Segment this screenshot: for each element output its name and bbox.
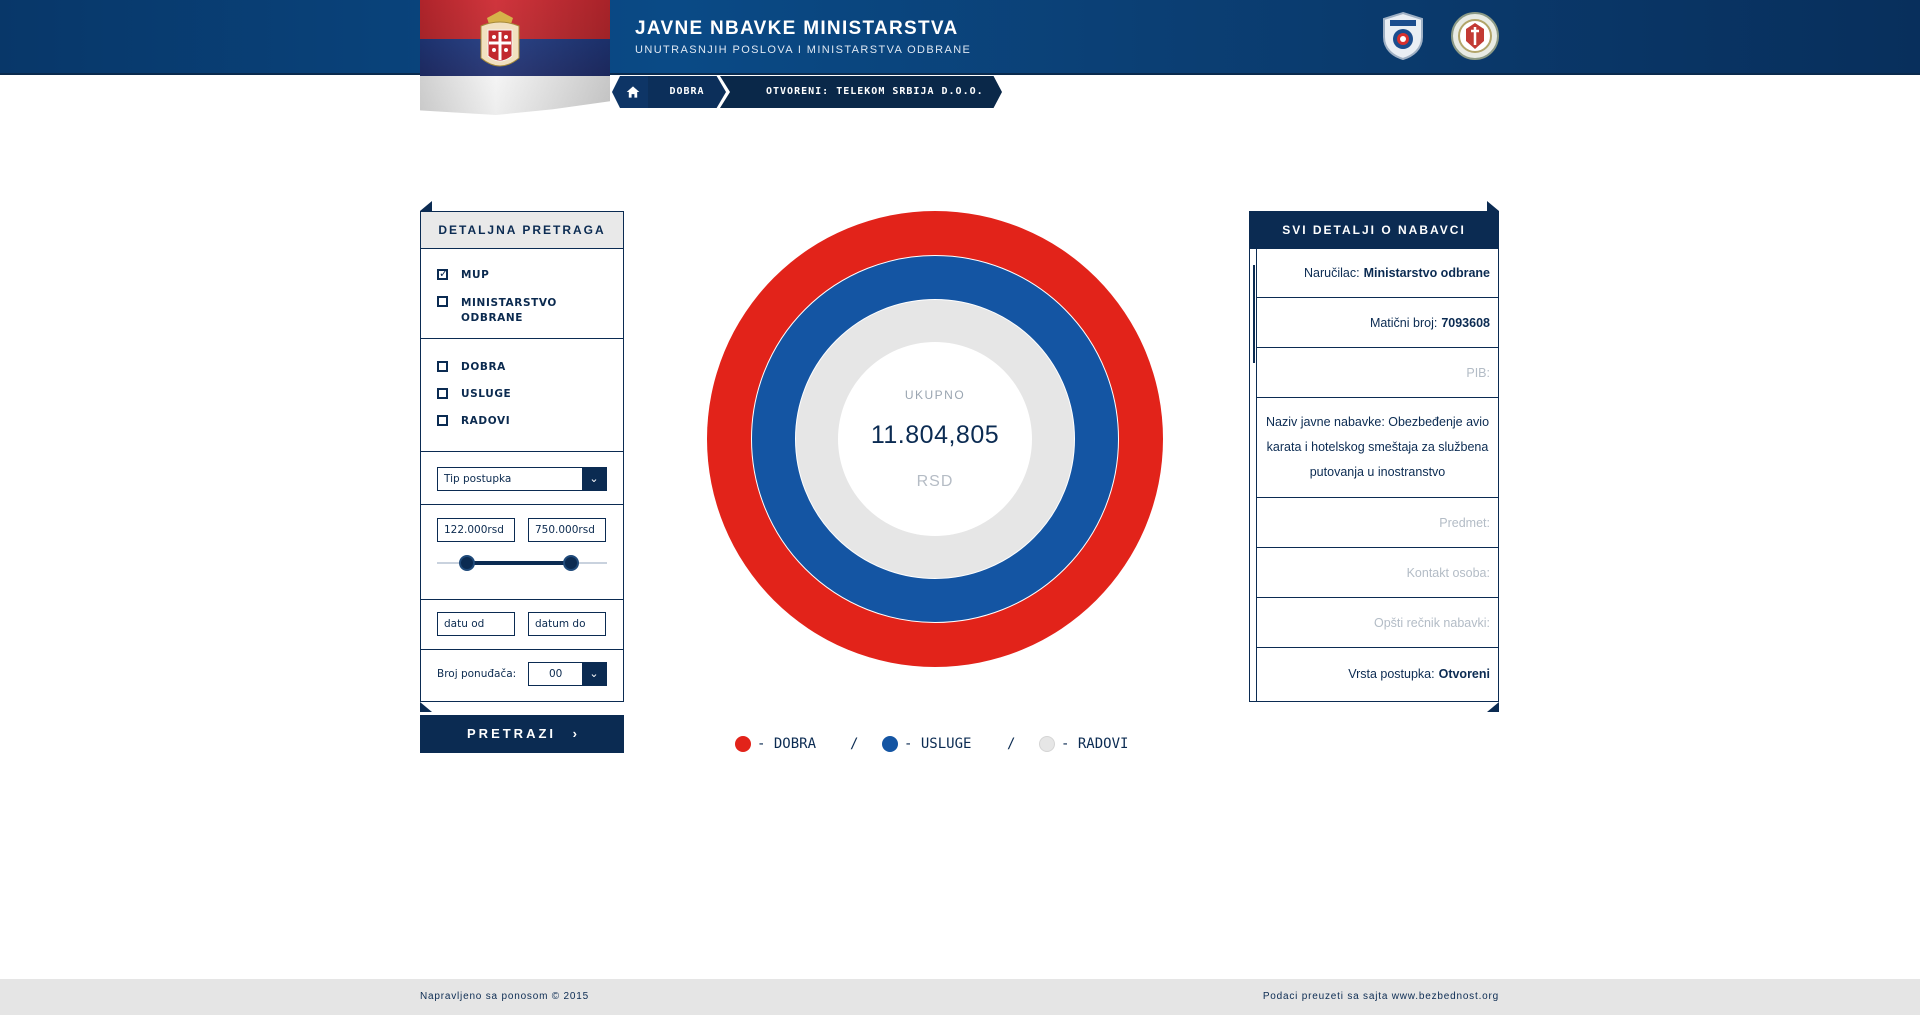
site-subtitle: UNUTRASNJIH POSLOVA I MINISTARSTVA ODBRA… [635,44,972,56]
serbian-flag [420,0,610,115]
detail-label: Naručilac: [1304,265,1360,280]
total-currency: RSD [916,473,954,490]
details-panel-title: SVI DETALJI O NABAVCI [1250,212,1498,249]
checkbox-dobra[interactable]: DOBRA [421,361,506,373]
checkbox-label: MUP [461,269,490,281]
details-list: Naručilac: Ministarstvo odbrane Matični b… [1256,248,1498,701]
checkbox-usluge[interactable]: USLUGE [421,388,511,400]
army-badge-icon[interactable] [1450,11,1500,61]
search-button-label: PRETRAZI [467,726,557,741]
panel-corner [420,201,432,211]
checkbox-label: MINISTARSTVO ODBRANE [461,297,557,324]
legend-item-radovi: - RADOVI [1039,735,1128,753]
bidders-section: Broj ponuđača: 00 ⌄ [421,650,623,700]
checkbox-radovi[interactable]: RADOVI [421,415,510,427]
ministry-filter-section: MUP MINISTARSTVO ODBRANE [421,249,623,339]
detail-row-narucilac: Naručilac: Ministarstvo odbrane [1257,248,1498,298]
price-range-section: 122.000rsd 750.000rsd [421,505,623,600]
checkbox-box[interactable] [437,267,449,280]
date-to-input[interactable]: datum do [528,612,606,636]
detail-label: Vrsta postupka: [1348,667,1435,681]
bidders-select[interactable]: 00 ⌄ [528,662,607,686]
detail-label: PIB: [1466,365,1490,380]
detail-row-recnik: Opšti rečnik nabavki: [1257,598,1498,648]
checkbox-box[interactable] [437,361,448,372]
checkbox-label: RADOVI [461,415,511,427]
price-slider-range [467,561,571,565]
checkbox-ministarstvo-odbrane[interactable]: MINISTARSTVO ODBRANE [421,296,611,326]
bidders-label: Broj ponuđača: [437,668,517,680]
chevron-down-icon[interactable]: ⌄ [582,663,606,685]
bidders-value: 00 [549,668,563,680]
legend-item-usluge: - USLUGE [882,735,971,753]
price-min-input[interactable]: 122.000rsd [437,518,515,542]
breadcrumb-home[interactable] [612,76,648,108]
detail-value: Ministarstvo odbrane [1363,265,1490,280]
footer-credit: Napravljeno sa ponosom © 2015 [420,991,589,1002]
procedure-type-select[interactable]: Tip postupka ⌄ [437,467,607,491]
police-badge-icon[interactable] [1378,11,1428,61]
legend-label: DOBRA [773,736,817,752]
site-title: JAVNE NBAVKE MINISTARSTVA [635,18,959,39]
panel-corner [420,702,432,712]
home-icon [626,86,640,98]
panel-corner [1487,702,1499,712]
price-max-input[interactable]: 750.000rsd [528,518,606,542]
category-filter-section: DOBRA USLUGE RADOVI [421,339,623,452]
detail-label: Predmet: [1439,515,1490,530]
procedure-type-value: Tip postupka [444,473,512,485]
price-slider-max-handle[interactable] [563,555,579,571]
detail-value: Otvoreni [1438,667,1490,681]
legend-dot-blue [882,736,898,752]
checkbox-box[interactable] [437,415,448,426]
legend-separator: / [850,736,859,752]
header-bar: JAVNE NBAVKE MINISTARSTVA UNUTRASNJIH PO… [0,0,1920,75]
legend-prefix: - [757,736,766,752]
checkbox-mup[interactable]: MUP [421,267,490,281]
checkbox-label: USLUGE [461,388,512,400]
total-value: 11.804,805 [870,421,1000,449]
detail-label: Matični broj: [1369,315,1438,330]
legend-dot-red [735,736,751,752]
detail-label: Kontakt osoba: [1406,565,1490,580]
detail-row-predmet: Predmet: [1257,498,1498,548]
breadcrumb-item-dobra[interactable]: DOBRA [648,76,726,108]
footer-source[interactable]: Podaci preuzeti sa sajta www.bezbednost.… [1263,991,1499,1002]
coat-of-arms-icon [480,11,520,67]
legend-dot-grey [1039,736,1055,752]
legend-label: RADOVI [1077,736,1129,752]
detail-row-vrsta-postupka: Vrsta postupka: Otvoreni [1257,648,1498,700]
detail-row-pib: PIB: [1257,348,1498,398]
filter-panel-title: DETALJNA PRETRAGA [421,212,623,249]
search-button[interactable]: PRETRAZI › [420,715,624,753]
footer: Napravljeno sa ponosom © 2015 Podaci pre… [0,979,1920,1015]
checkbox-box[interactable] [437,296,448,307]
procedure-type-section: Tip postupka ⌄ [421,452,623,505]
details-panel: SVI DETALJI O NABAVCI Naručilac: Ministar… [1249,211,1499,702]
detail-value: 7093608 [1441,315,1490,330]
details-scrollbar[interactable] [1253,265,1255,363]
breadcrumb-item-current[interactable]: OTVORENI: TELEKOM SRBIJA D.O.O. [720,76,1002,108]
total-label: UKUPNO [904,388,966,402]
panel-corner [1487,201,1499,211]
detail-row-naziv: Naziv javne nabavke: Obezbeđenje avio ka… [1257,398,1498,498]
checkbox-box[interactable] [437,388,448,399]
date-from-input[interactable]: datu od [437,612,515,636]
legend-item-dobra: - DOBRA [735,735,816,753]
filter-panel: DETALJNA PRETRAGA MUP MINISTARSTVO ODBRA… [420,211,624,702]
legend-separator: / [1007,736,1016,752]
legend-prefix: - [904,736,913,752]
detail-label: Naziv javne nabavke: Obezbeđenje avio ka… [1265,415,1490,479]
detail-row-maticni-broj: Matični broj: 7093608 [1257,298,1498,348]
chevron-down-icon[interactable]: ⌄ [582,468,606,490]
detail-label: Opšti rečnik nabavki: [1373,615,1490,630]
chevron-right-icon: › [572,726,577,741]
date-range-section: datu od datum do [421,600,623,650]
legend-label: USLUGE [920,736,972,752]
price-slider-min-handle[interactable] [459,555,475,571]
checkbox-label: DOBRA [461,361,506,373]
detail-row-kontakt: Kontakt osoba: [1257,548,1498,598]
legend-prefix: - [1061,736,1070,752]
summary-donut-chart: UKUPNO 11.804,805 RSD [707,211,1163,667]
